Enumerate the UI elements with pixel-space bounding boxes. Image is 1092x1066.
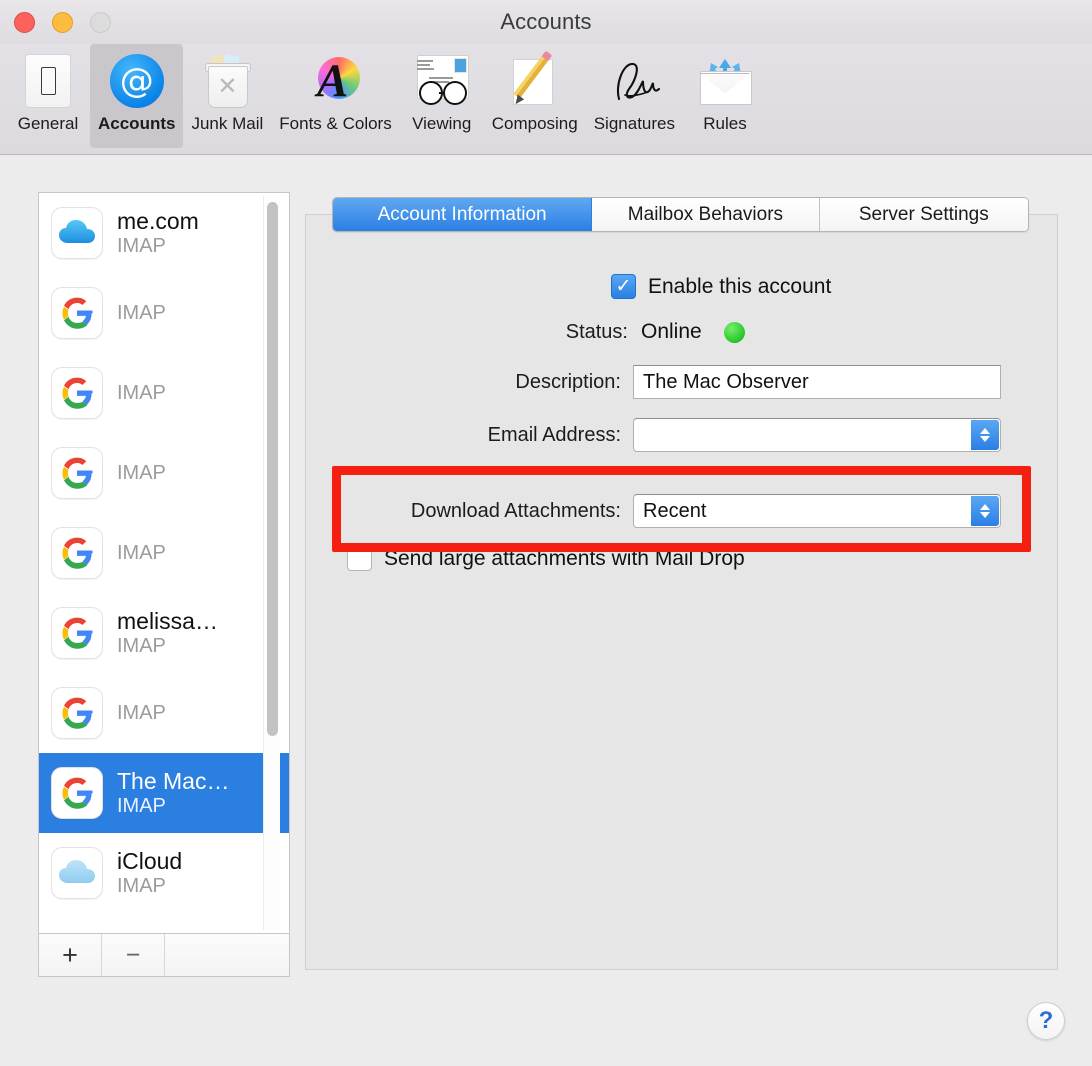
preferences-window: Accounts General @ Accounts ✕	[0, 0, 1092, 1066]
status-label: Status:	[518, 321, 628, 344]
pencil-paper-icon	[504, 50, 566, 112]
account-type: IMAP	[117, 874, 182, 898]
google-icon	[51, 687, 103, 739]
toolbar-item-general[interactable]: General	[6, 44, 90, 148]
at-sign-icon: @	[106, 50, 168, 112]
toolbar-item-fonts-colors[interactable]: A Fonts & Colors	[271, 44, 399, 148]
add-account-button[interactable]: +	[39, 934, 102, 976]
remove-account-button[interactable]: −	[102, 934, 165, 976]
account-type: IMAP	[117, 541, 166, 565]
account-name: The Mac…	[117, 768, 229, 794]
envelope-arrows-icon	[694, 50, 756, 112]
toolbar-item-signatures[interactable]: Signatures	[586, 44, 683, 148]
list-item[interactable]: melissa… IMAP	[39, 593, 289, 673]
toolbar-label-general: General	[18, 114, 78, 134]
icloud-icon	[51, 847, 103, 899]
email-address-label: Email Address:	[373, 424, 621, 447]
account-type: IMAP	[117, 634, 218, 658]
trash-can-icon: ✕	[196, 50, 258, 112]
list-item[interactable]: IMAP	[39, 433, 289, 513]
general-icon	[17, 50, 79, 112]
accounts-list-footer: + −	[38, 934, 290, 977]
font-color-icon: A	[305, 50, 367, 112]
download-attachments-value: Recent	[643, 500, 706, 523]
accounts-list[interactable]: me.com IMAP IMAP	[38, 192, 290, 934]
toolbar-label-junk-mail: Junk Mail	[191, 114, 263, 134]
account-name: iCloud	[117, 848, 182, 874]
list-item[interactable]: me.com IMAP	[39, 193, 289, 273]
account-type: IMAP	[117, 381, 166, 405]
toolbar-label-viewing: Viewing	[412, 114, 471, 134]
toolbar-item-composing[interactable]: Composing	[484, 44, 586, 148]
status-row: Status: Online	[518, 320, 745, 344]
mail-drop-row: Send large attachments with Mail Drop	[347, 546, 745, 571]
account-type: IMAP	[117, 701, 166, 725]
mail-drop-label: Send large attachments with Mail Drop	[384, 547, 745, 571]
description-label: Description:	[373, 371, 621, 394]
email-address-stepper-icon[interactable]	[971, 420, 999, 450]
enable-account-checkbox[interactable]: ✓	[611, 274, 636, 299]
download-attachments-label: Download Attachments:	[325, 500, 621, 523]
toolbar-item-accounts[interactable]: @ Accounts	[90, 44, 183, 148]
icloud-icon	[51, 207, 103, 259]
toolbar-label-composing: Composing	[492, 114, 578, 134]
accounts-list-scrollbar[interactable]	[263, 196, 280, 930]
checkmark-icon: ✓	[616, 277, 632, 296]
list-item-selected[interactable]: The Mac… IMAP	[39, 753, 289, 833]
toolbar-label-signatures: Signatures	[594, 114, 675, 134]
email-address-row: Email Address:	[373, 418, 1001, 452]
toolbar-item-viewing[interactable]: Viewing	[400, 44, 484, 148]
window-title: Accounts	[0, 0, 1092, 44]
status-value: Online	[641, 320, 702, 344]
description-input[interactable]: The Mac Observer	[633, 365, 1001, 399]
google-icon	[51, 607, 103, 659]
preferences-toolbar: General @ Accounts ✕ Junk Mail	[0, 44, 1092, 155]
download-attachments-stepper-icon[interactable]	[971, 496, 999, 526]
signature-icon	[603, 50, 665, 112]
google-icon	[51, 767, 103, 819]
email-address-combobox[interactable]	[633, 418, 1001, 452]
google-icon	[51, 287, 103, 339]
list-item[interactable]: IMAP	[39, 273, 289, 353]
account-type: IMAP	[117, 461, 166, 485]
description-row: Description: The Mac Observer	[373, 365, 1001, 399]
toolbar-label-accounts: Accounts	[98, 114, 175, 134]
account-name: melissa…	[117, 608, 218, 634]
account-name: me.com	[117, 208, 199, 234]
list-item[interactable]: iCloud IMAP	[39, 833, 289, 913]
toolbar-label-rules: Rules	[703, 114, 746, 134]
download-attachments-row: Download Attachments: Recent	[325, 494, 1001, 528]
status-indicator-icon	[724, 322, 745, 343]
enable-account-label: Enable this account	[648, 275, 831, 299]
enable-account-row: ✓ Enable this account	[611, 274, 831, 299]
glasses-icon	[411, 50, 473, 112]
list-item[interactable]: IMAP	[39, 513, 289, 593]
scrollbar-thumb[interactable]	[267, 202, 278, 736]
toolbar-items: General @ Accounts ✕ Junk Mail	[6, 44, 767, 148]
download-attachments-popup[interactable]: Recent	[633, 494, 1001, 528]
toolbar-label-fonts-colors: Fonts & Colors	[279, 114, 391, 134]
list-item[interactable]: IMAP	[39, 673, 289, 753]
title-bar: Accounts	[0, 0, 1092, 44]
account-type: IMAP	[117, 794, 229, 818]
help-button[interactable]: ?	[1027, 1002, 1065, 1040]
google-icon	[51, 447, 103, 499]
toolbar-item-junk-mail[interactable]: ✕ Junk Mail	[183, 44, 271, 148]
mail-drop-checkbox[interactable]	[347, 546, 372, 571]
google-icon	[51, 527, 103, 579]
footer-spacer	[165, 934, 289, 976]
account-type: IMAP	[117, 234, 199, 258]
list-item[interactable]: IMAP	[39, 353, 289, 433]
toolbar-item-rules[interactable]: Rules	[683, 44, 767, 148]
google-icon	[51, 367, 103, 419]
account-information-form: ✓ Enable this account Status: Online Des…	[305, 214, 1058, 970]
account-type: IMAP	[117, 301, 166, 325]
